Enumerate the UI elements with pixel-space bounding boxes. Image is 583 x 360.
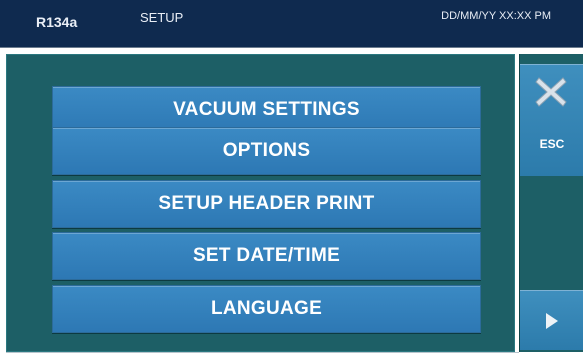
date-time-display: DD/MM/YY XX:XX PM	[441, 10, 551, 22]
menu-item-label: OPTIONS	[222, 140, 311, 161]
menu-item-label: SETUP HEADER PRINT	[158, 193, 375, 214]
play-arrow-icon	[546, 313, 558, 329]
setup-menu-panel: VACUUM SETTINGS OPTIONS SETUP HEADER PRI…	[6, 54, 515, 352]
menu-item-label: VACUUM SETTINGS	[173, 99, 360, 120]
next-page-button[interactable]	[520, 290, 583, 350]
close-icon	[535, 77, 567, 107]
options-button[interactable]: OPTIONS	[52, 127, 481, 175]
side-button-bar: ESC	[519, 54, 583, 352]
language-button[interactable]: LANGUAGE	[52, 285, 481, 333]
status-bar: R134a SETUP DD/MM/YY XX:XX PM	[0, 0, 583, 48]
setup-header-print-button[interactable]: SETUP HEADER PRINT	[52, 180, 481, 228]
esc-label: ESC	[539, 137, 565, 151]
refrigerant-label: R134a	[36, 14, 78, 30]
divider	[6, 352, 519, 353]
page-title: SETUP	[140, 10, 184, 25]
menu-item-label: SET DATE/TIME	[192, 245, 341, 266]
set-date-time-button[interactable]: SET DATE/TIME	[52, 232, 481, 280]
menu-item-label: LANGUAGE	[210, 298, 323, 319]
esc-button[interactable]: ESC	[520, 64, 583, 176]
